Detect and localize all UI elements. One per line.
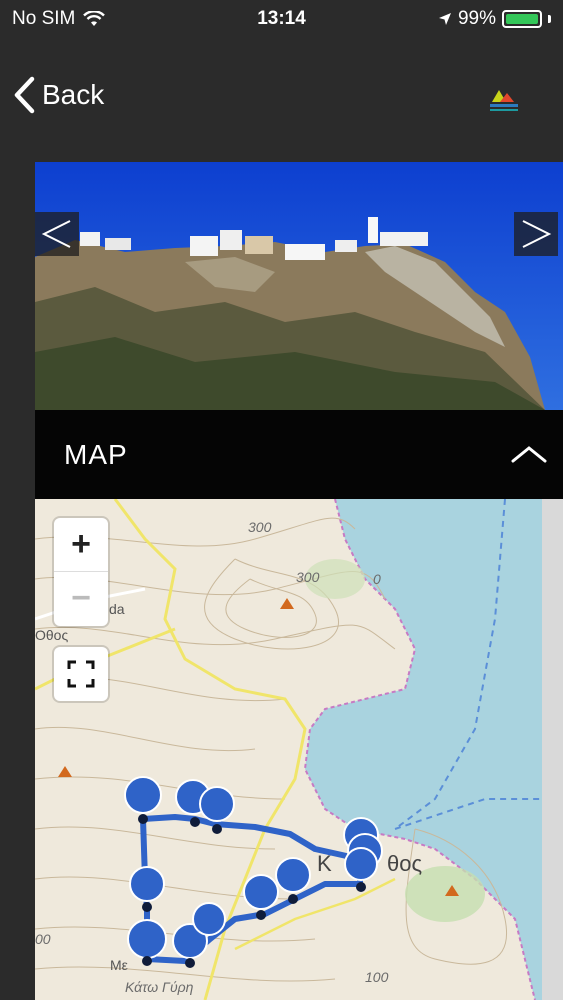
section-title: MAP [64, 438, 128, 470]
navigation-bar: Back [0, 60, 563, 136]
town-label: Κ [317, 851, 332, 876]
town-label: θος [387, 851, 423, 876]
battery-tip [548, 15, 551, 23]
battery-percent: 99% [457, 8, 496, 29]
chevron-right-icon [522, 220, 552, 248]
zoom-control: + − [54, 518, 108, 626]
back-label: Back [42, 79, 105, 110]
fullscreen-button[interactable] [54, 647, 108, 701]
contour-label: 300 [248, 519, 272, 535]
place-label: Οθος [35, 627, 69, 643]
place-label: da [109, 601, 125, 617]
photo-gallery[interactable] [35, 162, 563, 410]
status-right: 99% [438, 8, 551, 30]
battery-icon [502, 10, 542, 28]
map-section-header[interactable]: MAP [35, 410, 563, 499]
gallery-image [35, 162, 563, 410]
place-label: Κάτω Γύρη [125, 979, 194, 995]
status-bar: No SIM 13:14 99% [0, 0, 563, 38]
place-label: Με [110, 957, 128, 973]
back-button[interactable]: Back [12, 76, 104, 114]
contour-label: 100 [365, 969, 389, 985]
chevron-left-icon [14, 76, 35, 114]
route-map[interactable]: 300 300 0 100 00 da Οθος Κ θος Με Κάτω Γ… [35, 499, 563, 1000]
mountain-logo-icon[interactable] [488, 84, 520, 116]
detail-content: MAP 300 300 0 100 00 da Οθος Κ θος Με Κά… [35, 162, 563, 1000]
contour-label: 300 [296, 569, 320, 585]
chevron-left-icon [41, 220, 71, 248]
chevron-up-icon[interactable] [511, 444, 547, 464]
zoom-in-button[interactable]: + [54, 518, 108, 571]
battery-fill [506, 14, 538, 24]
next-photo-button[interactable] [514, 212, 558, 256]
contour-label: 0 [373, 571, 381, 587]
location-arrow-icon [438, 13, 451, 25]
zoom-out-button[interactable]: − [54, 571, 108, 625]
previous-photo-button[interactable] [35, 212, 79, 256]
map-edge-strip [542, 499, 563, 1000]
contour-label: 00 [35, 931, 51, 947]
fullscreen-icon [67, 660, 95, 688]
